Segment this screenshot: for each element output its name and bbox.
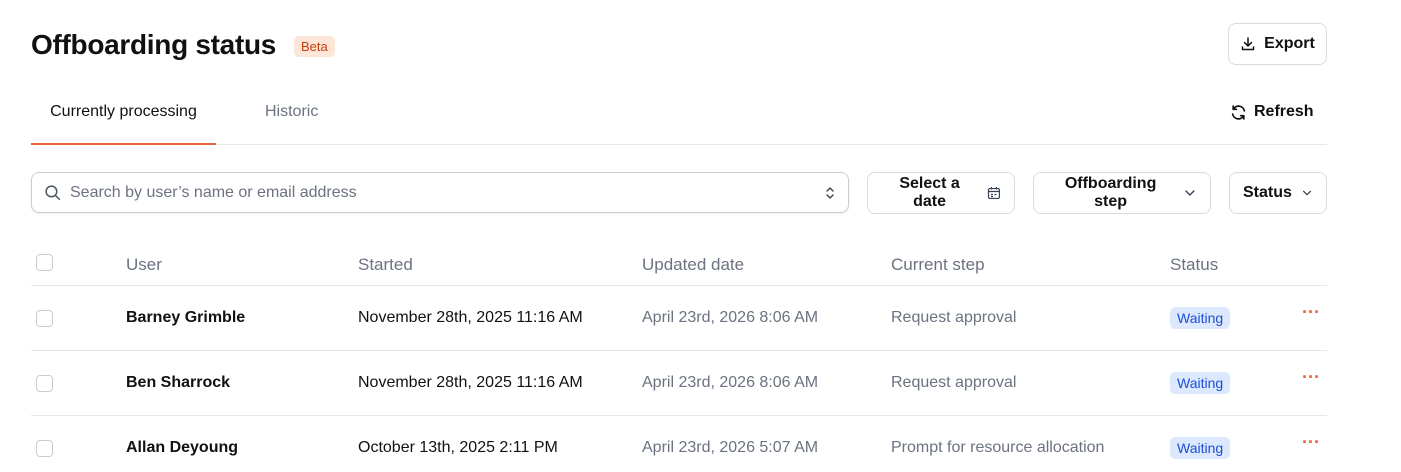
updated-date: April 23rd, 2026 5:07 AM — [642, 439, 819, 456]
date-filter-button[interactable]: Select a date — [867, 172, 1015, 214]
started-date: November 28th, 2025 11:16 AM — [358, 374, 583, 391]
started-date: October 13th, 2025 2:11 PM — [358, 439, 558, 456]
more-options-icon[interactable]: ··· — [1302, 368, 1320, 389]
search-box — [31, 172, 849, 213]
chevron-down-icon — [1302, 190, 1312, 196]
export-label: Export — [1264, 35, 1315, 52]
user-name: Allan Deyoung — [126, 439, 239, 456]
more-options-icon[interactable]: ··· — [1302, 433, 1320, 454]
refresh-button[interactable]: Refresh — [1230, 100, 1314, 124]
tab-bar: Currently processing Historic — [31, 88, 1327, 145]
select-all-checkbox[interactable] — [36, 254, 53, 271]
current-step: Request approval — [891, 309, 1017, 326]
export-button[interactable]: Export — [1228, 23, 1327, 65]
row-checkbox[interactable] — [36, 440, 53, 457]
tab-historic[interactable]: Historic — [265, 88, 318, 145]
tab-currently-processing[interactable]: Currently processing — [31, 88, 216, 145]
more-options-icon[interactable]: ··· — [1302, 303, 1320, 324]
row-checkbox[interactable] — [36, 310, 53, 327]
chevron-up-down-icon[interactable] — [824, 185, 836, 201]
column-header-user: User — [126, 255, 162, 274]
updated-date: April 23rd, 2026 8:06 AM — [642, 374, 819, 391]
chevron-down-icon — [1185, 190, 1195, 196]
refresh-label: Refresh — [1254, 103, 1314, 120]
table-row[interactable]: Allan Deyoung October 13th, 2025 2:11 PM… — [31, 416, 1327, 472]
column-header-updated: Updated date — [642, 255, 745, 274]
download-icon — [1241, 37, 1255, 51]
current-step: Request approval — [891, 374, 1017, 391]
user-name: Barney Grimble — [126, 309, 246, 326]
started-date: November 28th, 2025 11:16 AM — [358, 309, 583, 326]
beta-badge: Beta — [294, 36, 335, 57]
status-badge: Waiting — [1170, 437, 1231, 459]
row-checkbox[interactable] — [36, 375, 53, 392]
updated-date: April 23rd, 2026 8:06 AM — [642, 309, 819, 326]
status-badge: Waiting — [1170, 307, 1231, 329]
status-filter-label: Status — [1243, 184, 1292, 201]
column-header-status: Status — [1170, 255, 1219, 274]
page-title: Offboarding status — [31, 29, 277, 60]
table-row[interactable]: Barney Grimble November 28th, 2025 11:16… — [31, 286, 1327, 351]
search-input[interactable] — [70, 183, 824, 202]
current-step: Prompt for resource allocation — [891, 439, 1105, 456]
offboarding-step-filter[interactable]: Offboarding step — [1033, 172, 1211, 214]
table-row[interactable]: Ben Sharrock November 28th, 2025 11:16 A… — [31, 351, 1327, 416]
date-filter-label: Select a date — [899, 175, 960, 210]
status-filter[interactable]: Status — [1229, 172, 1327, 214]
table-header: User Started Updated date Current step S… — [31, 240, 1327, 286]
column-header-step: Current step — [891, 255, 985, 274]
status-badge: Waiting — [1170, 372, 1231, 394]
offboarding-step-label: Offboarding step — [1064, 175, 1157, 210]
calendar-icon — [988, 187, 1001, 200]
refresh-icon — [1231, 104, 1246, 120]
user-name: Ben Sharrock — [126, 374, 231, 391]
search-icon — [45, 185, 61, 201]
column-header-started: Started — [358, 255, 413, 274]
offboarding-table: User Started Updated date Current step S… — [31, 240, 1327, 472]
